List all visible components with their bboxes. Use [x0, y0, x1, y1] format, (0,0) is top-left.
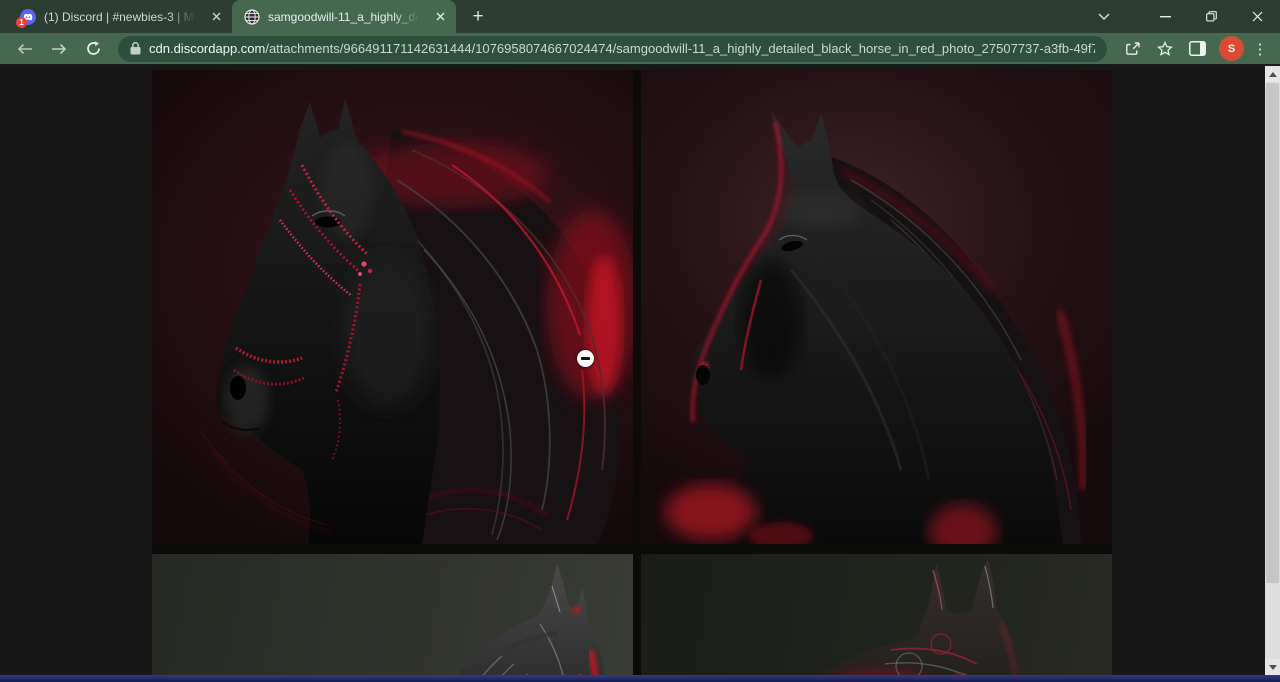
zoom-out-cursor-icon	[577, 350, 594, 367]
discord-favicon-icon: 1	[20, 9, 36, 25]
generated-image-grid[interactable]	[152, 70, 1112, 682]
close-window-button[interactable]	[1234, 0, 1280, 33]
restore-button[interactable]	[1188, 0, 1234, 33]
tab-close-icon[interactable]	[432, 9, 448, 25]
bottom-blue-bar	[0, 675, 1280, 682]
globe-favicon-icon	[244, 9, 260, 25]
image-quadrant-bottom-left	[152, 554, 633, 682]
browser-titlebar: 1 (1) Discord | #newbies-3 | Midjou samg…	[0, 0, 1280, 33]
menu-three-dots-icon[interactable]: ⋮	[1250, 40, 1270, 58]
browser-toolbar: cdn.discordapp.com/attachments/966491171…	[0, 33, 1280, 66]
forward-button[interactable]	[44, 35, 74, 63]
new-tab-button[interactable]: +	[464, 3, 492, 31]
star-icon[interactable]	[1151, 35, 1179, 63]
reload-button[interactable]	[78, 35, 108, 63]
vertical-scrollbar[interactable]	[1265, 66, 1280, 675]
tab-title: samgoodwill-11_a_highly_detaile	[268, 10, 424, 24]
url-domain: cdn.discordapp.com	[149, 41, 265, 56]
image-quadrant-top-left	[152, 70, 633, 544]
horse-illustration-top-left	[152, 70, 633, 544]
url-text: cdn.discordapp.com/attachments/966491171…	[149, 41, 1095, 56]
tab-close-icon[interactable]	[208, 9, 224, 25]
triangle-down-icon	[1269, 665, 1277, 670]
horse-illustration-bottom-right	[641, 554, 1112, 682]
profile-avatar[interactable]: S	[1219, 36, 1244, 61]
tab-title: (1) Discord | #newbies-3 | Midjou	[44, 10, 200, 24]
share-icon[interactable]	[1119, 35, 1147, 63]
scrollbar-thumb[interactable]	[1266, 83, 1279, 583]
triangle-up-icon	[1269, 72, 1277, 77]
horse-illustration-bottom-left	[152, 554, 633, 682]
notification-badge: 1	[16, 17, 27, 28]
minimize-button[interactable]	[1142, 0, 1188, 33]
lock-icon[interactable]	[130, 42, 141, 55]
tab-strip: 1 (1) Discord | #newbies-3 | Midjou samg…	[0, 0, 492, 33]
scroll-down-button[interactable]	[1265, 659, 1280, 675]
back-button[interactable]	[10, 35, 40, 63]
image-quadrant-top-right	[641, 70, 1112, 544]
window-controls	[1084, 0, 1280, 33]
side-panel-icon[interactable]	[1183, 35, 1211, 63]
tab-discord[interactable]: 1 (1) Discord | #newbies-3 | Midjou	[8, 0, 232, 33]
image-quadrant-bottom-right	[641, 554, 1112, 682]
tab-image-active[interactable]: samgoodwill-11_a_highly_detaile	[232, 0, 456, 33]
horse-illustration-top-right	[641, 70, 1112, 544]
address-bar[interactable]: cdn.discordapp.com/attachments/966491171…	[118, 36, 1107, 62]
scroll-up-button[interactable]	[1265, 66, 1280, 82]
url-path: /attachments/966491171142631444/10769580…	[265, 41, 1095, 56]
tab-search-chevron-icon[interactable]	[1084, 0, 1124, 33]
page-content	[0, 66, 1280, 682]
